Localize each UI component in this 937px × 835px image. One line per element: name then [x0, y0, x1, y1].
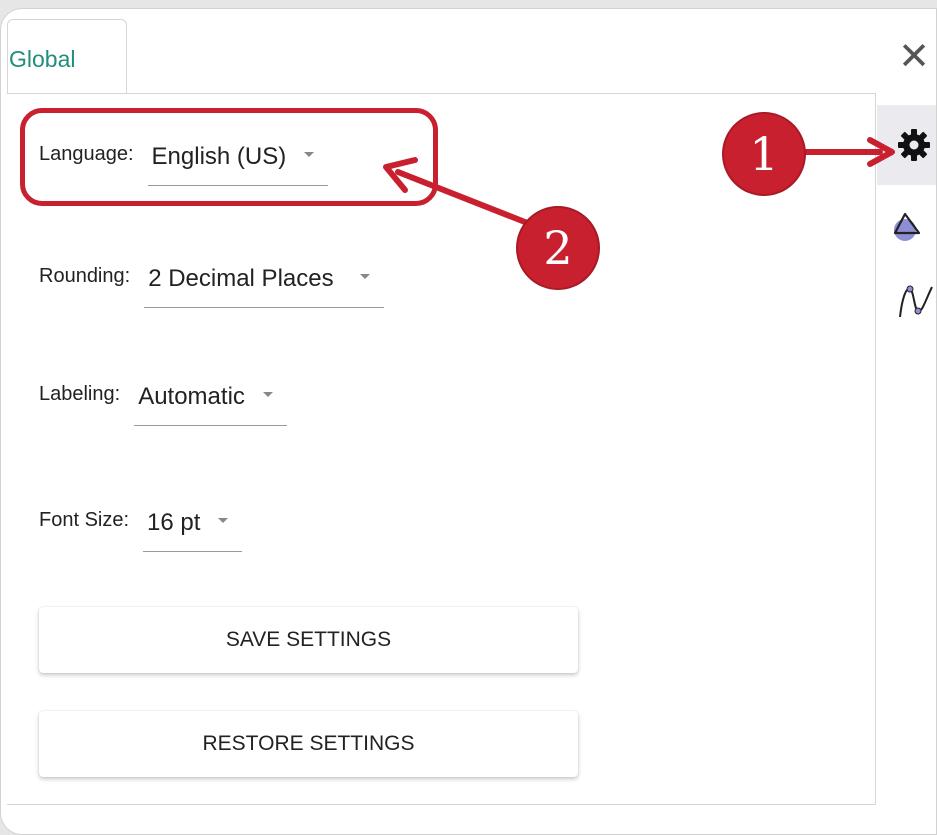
annotation-badge-1: 1 — [722, 112, 806, 196]
annotation-badge-2: 2 — [516, 206, 600, 290]
annotation-arrows — [383, 137, 895, 227]
